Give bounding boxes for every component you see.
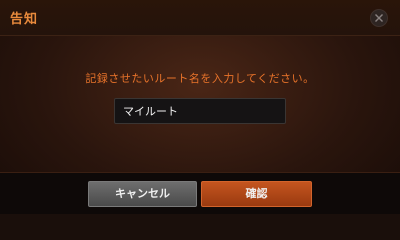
- cancel-button[interactable]: キャンセル: [88, 181, 197, 207]
- confirm-button[interactable]: 確認: [201, 181, 312, 207]
- notice-dialog: 告知 記録させたいルート名を入力してください。 キャンセル 確認: [0, 0, 400, 214]
- dialog-title-bar: 告知: [0, 0, 400, 36]
- dialog-title: 告知: [10, 12, 39, 27]
- route-name-input[interactable]: [114, 98, 286, 124]
- close-icon: [375, 14, 383, 22]
- dialog-footer: [0, 172, 400, 214]
- close-button[interactable]: [370, 9, 388, 27]
- dialog-message: 記録させたいルート名を入力してください。: [85, 72, 315, 85]
